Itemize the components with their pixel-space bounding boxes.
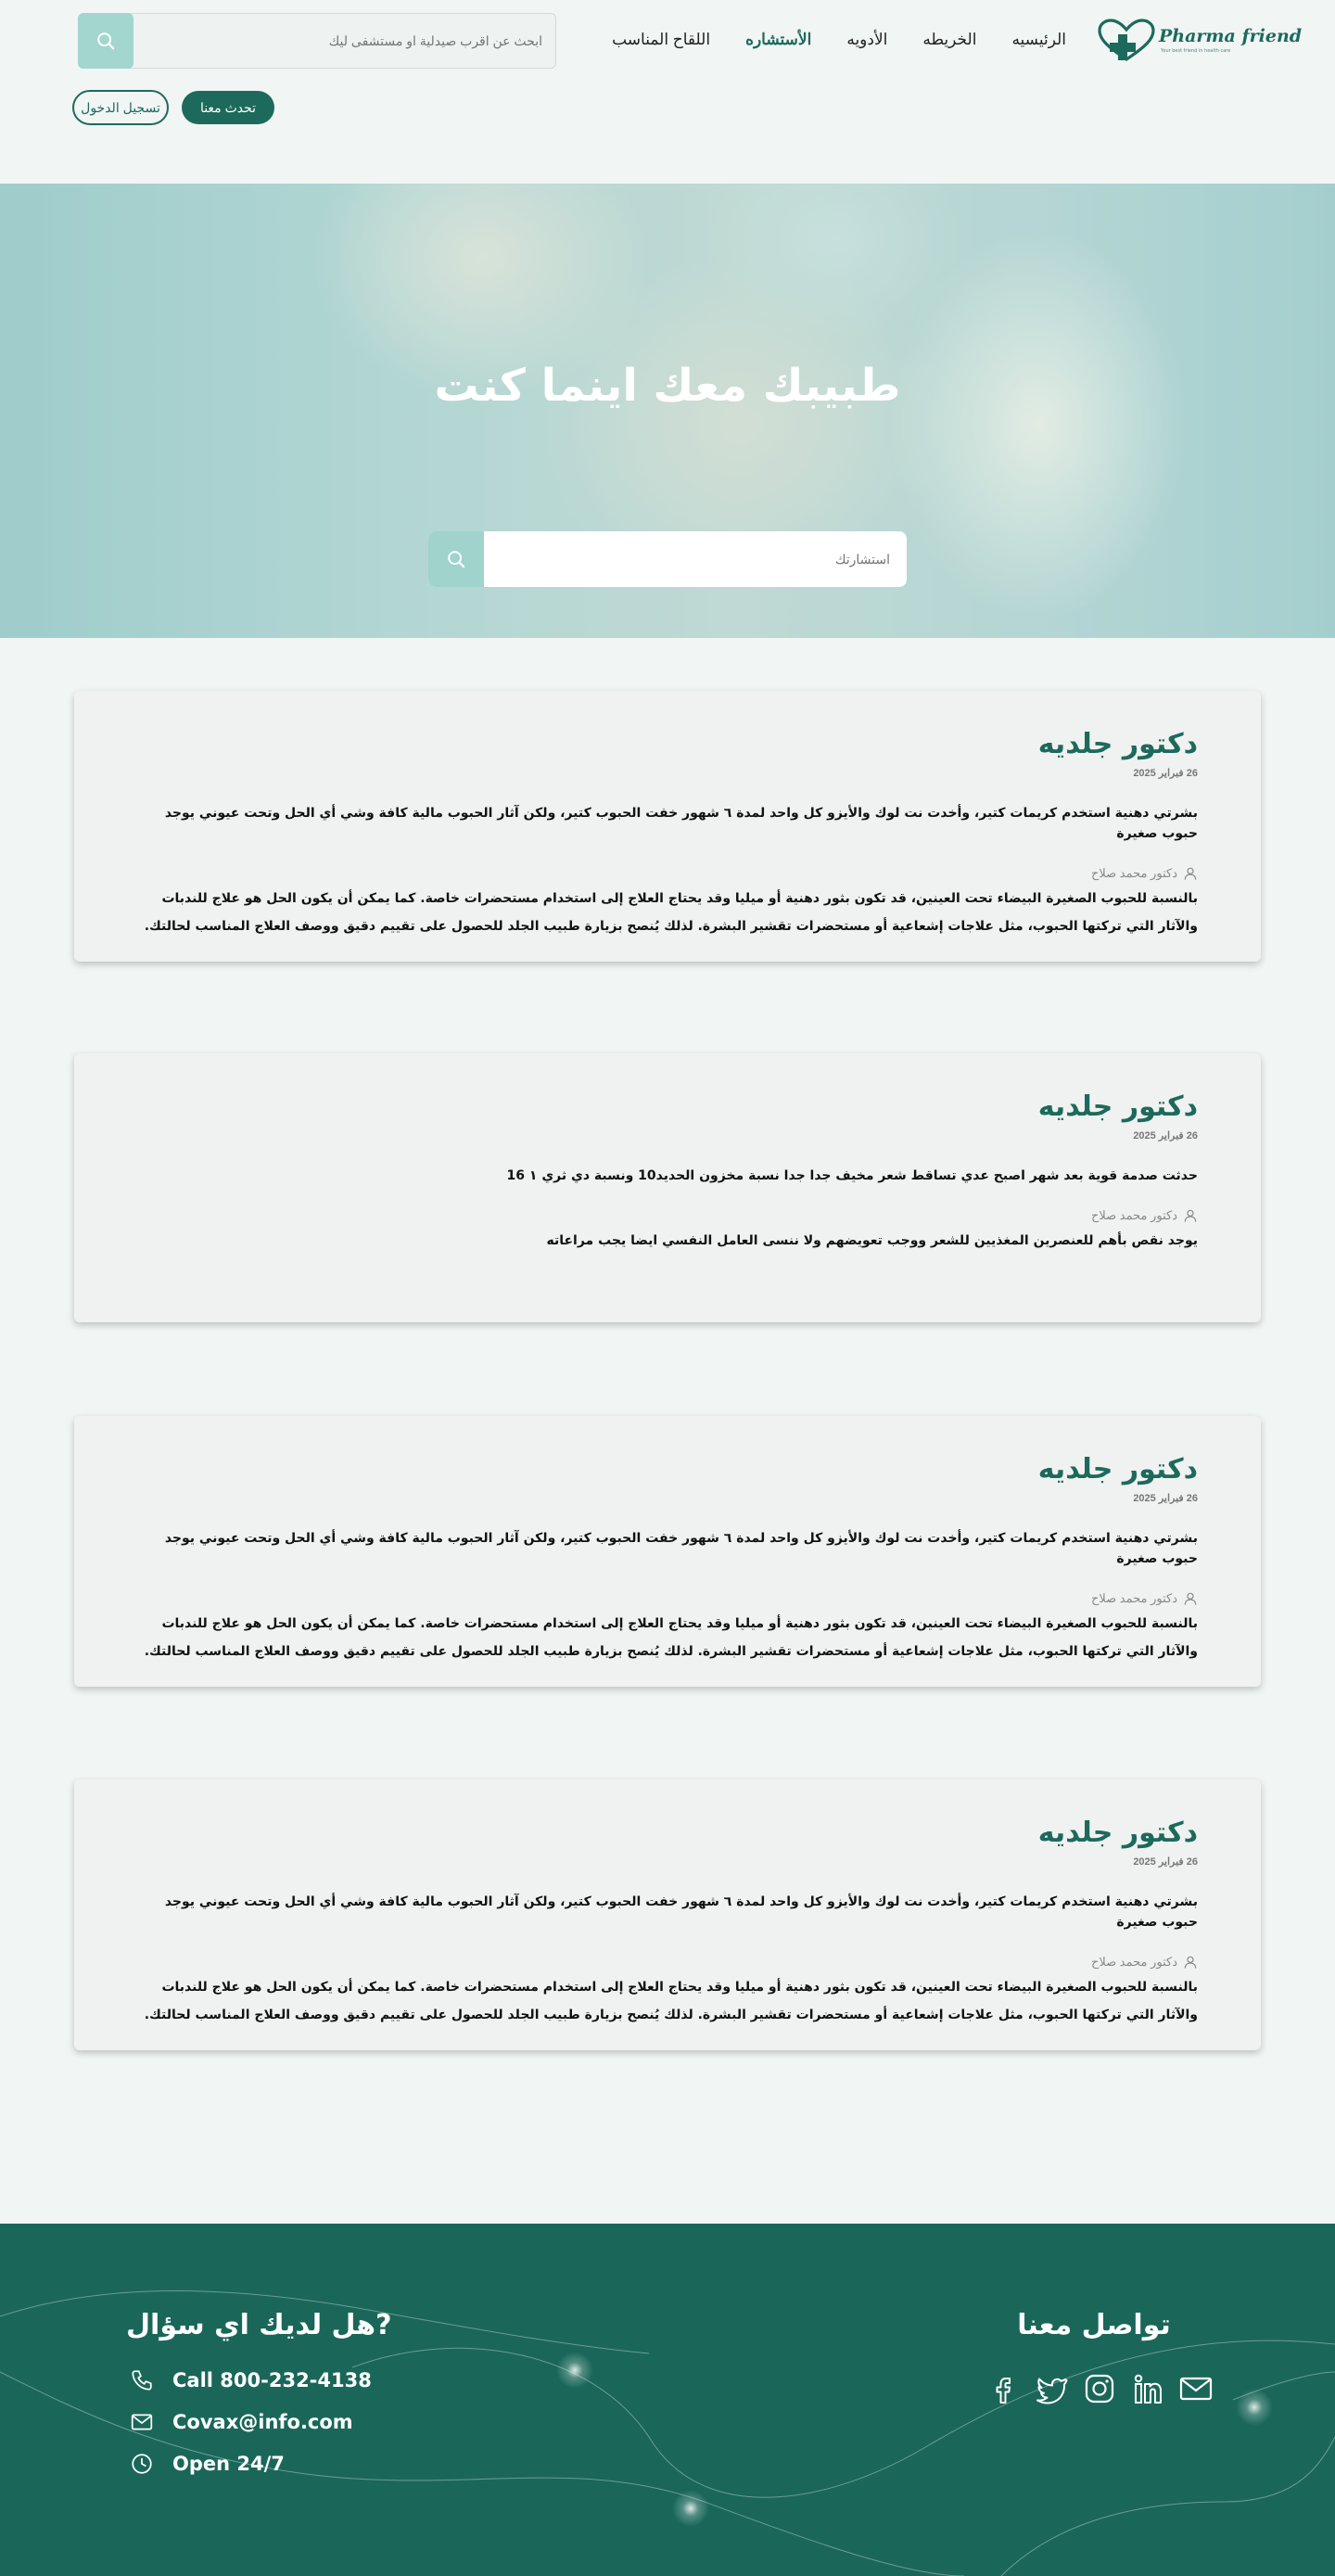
hero-banner: طبيبك معك اينما كنت (0, 184, 1335, 638)
consultation-card[interactable]: دكتور جلديه 26 فبراير 2025 حدثت صدمة قوي… (74, 1053, 1261, 1322)
footer-phone-text: Call 800-232-4138 (172, 2369, 372, 2391)
mail-icon (131, 2414, 153, 2430)
pharmacy-search-button[interactable] (78, 13, 134, 69)
card-doctor-name: دكتور محمد صلاح (1091, 1208, 1177, 1222)
card-date: 26 فبراير 2025 (1133, 1130, 1198, 1141)
card-author: دكتور محمد صلاح (137, 866, 1198, 881)
login-button[interactable]: تسجيل الدخول (72, 90, 169, 125)
footer-glow (672, 2490, 709, 2527)
logo-heart-cross-icon (1098, 19, 1155, 61)
consultation-card[interactable]: دكتور جلديه 26 فبراير 2025 بشرتي دهنية ا… (74, 691, 1261, 962)
nav-item-home[interactable]: الرئيسيه (1011, 28, 1066, 56)
card-date: 26 فبراير 2025 (1133, 1493, 1198, 1504)
card-question: حدثت صدمة قوية بعد شهر اصبح عدي تساقط شع… (506, 1168, 1198, 1183)
card-doctor-name: دكتور محمد صلاح (1091, 1591, 1177, 1605)
instagram-icon[interactable] (1081, 2370, 1118, 2407)
hero-title: طبيبك معك اينما كنت (434, 360, 901, 412)
footer-hours-text: Open 24/7 (172, 2453, 285, 2475)
twitter-icon[interactable] (1033, 2370, 1070, 2407)
social-links (985, 2370, 1214, 2407)
card-author: دكتور محمد صلاح (137, 1591, 1198, 1606)
card-author: دكتور محمد صلاح (137, 1955, 1198, 1970)
pharmacy-search-box (78, 13, 556, 69)
main-nav: الرئيسيه الخريطه الأدويه الأستشاره اللقا… (556, 28, 1066, 56)
card-question: بشرتي دهنية استخدم كريمات كتير، وأخدت نت… (164, 806, 1198, 841)
brand-name: Pharma friend (1159, 26, 1303, 46)
linkedin-icon[interactable] (1129, 2370, 1166, 2407)
pharmacy-search-input[interactable] (144, 27, 542, 55)
footer-phone[interactable]: Call 800-232-4138 (130, 2368, 372, 2392)
nav-item-consultation[interactable]: الأستشاره (745, 28, 811, 56)
card-title: دكتور جلديه (1037, 1817, 1198, 1849)
footer-question-title: هل لديك اي سؤال? (126, 2309, 392, 2341)
footer-glow (556, 2352, 593, 2389)
consultation-search-box (428, 531, 907, 587)
card-answer: بالنسبة للحبوب الصغيرة البيضاء تحت العين… (144, 891, 1198, 934)
card-title: دكتور جلديه (1037, 728, 1198, 760)
card-title: دكتور جلديه (1037, 1090, 1198, 1123)
card-answer: يوجد نقص بأهم للعنصرين المغذيين للشعر وو… (546, 1233, 1198, 1248)
search-icon (448, 551, 465, 568)
consultation-card[interactable]: دكتور جلديه 26 فبراير 2025 بشرتي دهنية ا… (74, 1416, 1261, 1687)
card-answer: بالنسبة للحبوب الصغيرة البيضاء تحت العين… (144, 1980, 1198, 2022)
card-doctor-name: دكتور محمد صلاح (1091, 866, 1177, 880)
contact-us-button[interactable]: تحدث معنا (182, 91, 274, 124)
site-footer: هل لديك اي سؤال? Call 800-232-4138 Covax… (0, 2224, 1335, 2576)
card-answer: بالنسبة للحبوب الصغيرة البيضاء تحت العين… (144, 1616, 1198, 1659)
facebook-icon[interactable] (985, 2370, 1022, 2407)
mail-icon[interactable] (1177, 2370, 1214, 2407)
card-question: بشرتي دهنية استخدم كريمات كتير، وأخدت نت… (164, 1531, 1198, 1566)
footer-email[interactable]: Covax@info.com (130, 2410, 353, 2434)
user-icon (1184, 867, 1197, 880)
footer-glow (1236, 2389, 1273, 2426)
phone-icon (132, 2370, 152, 2391)
consultation-card[interactable]: دكتور جلديه 26 فبراير 2025 بشرتي دهنية ا… (74, 1779, 1261, 2050)
card-author: دكتور محمد صلاح (137, 1208, 1198, 1223)
card-date: 26 فبراير 2025 (1133, 768, 1198, 779)
brand-tagline: Your best friend in health care (1161, 48, 1231, 54)
footer-hours: Open 24/7 (130, 2452, 285, 2476)
card-doctor-name: دكتور محمد صلاح (1091, 1955, 1177, 1969)
nav-item-medicines[interactable]: الأدويه (846, 28, 887, 56)
search-icon (97, 32, 115, 50)
nav-item-vaccine[interactable]: اللقاح المناسب (612, 28, 710, 56)
nav-item-map[interactable]: الخريطه (922, 28, 976, 56)
card-title: دكتور جلديه (1037, 1453, 1198, 1486)
consultation-search-button[interactable] (428, 531, 484, 587)
footer-email-text: Covax@info.com (172, 2411, 353, 2433)
user-icon (1184, 1209, 1197, 1222)
user-icon (1184, 1956, 1197, 1969)
clock-icon (132, 2454, 152, 2474)
brand-logo[interactable]: Pharma friend Your best friend in health… (1096, 19, 1302, 63)
footer-contact-title: تواصل معنا (1017, 2309, 1171, 2341)
user-icon (1184, 1592, 1197, 1605)
card-date: 26 فبراير 2025 (1133, 1856, 1198, 1868)
site-header: Pharma friend Your best friend in health… (0, 0, 1335, 184)
card-question: بشرتي دهنية استخدم كريمات كتير، وأخدت نت… (164, 1894, 1198, 1930)
consultation-search-input[interactable] (495, 545, 890, 573)
